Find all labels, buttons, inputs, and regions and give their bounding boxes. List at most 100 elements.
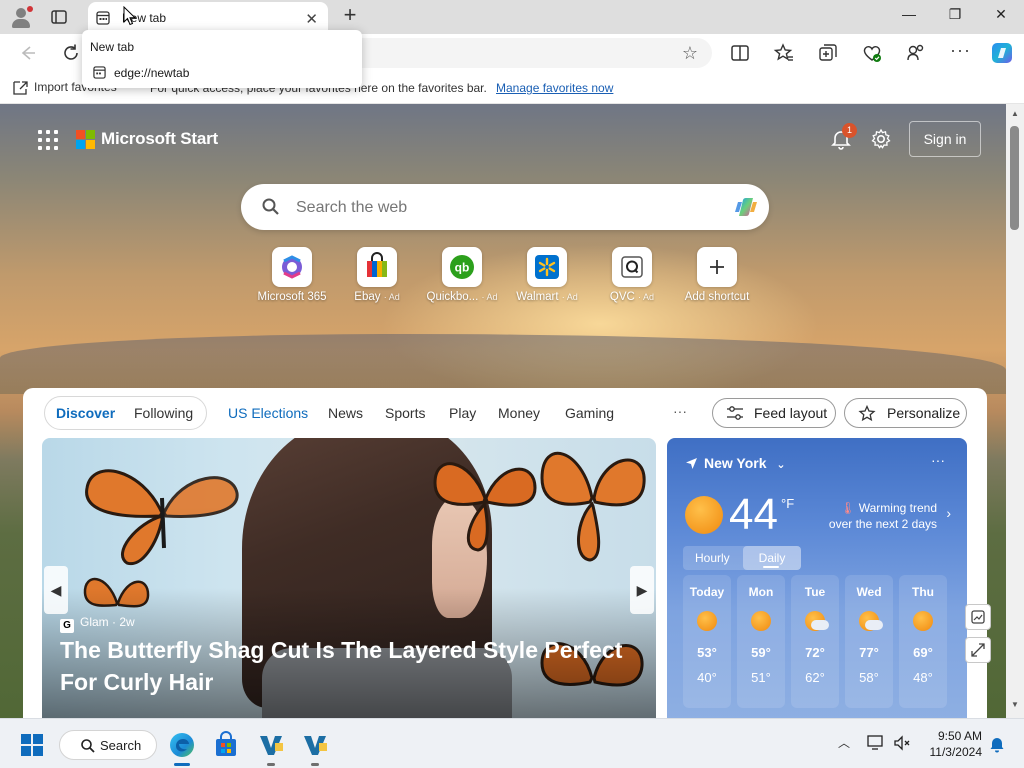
brand-title[interactable]: Microsoft Start [101, 129, 218, 149]
taskbar-app-v2[interactable] [301, 731, 329, 766]
day-name: Wed [856, 585, 882, 599]
source-name: Glam [80, 615, 109, 629]
settings-more-icon[interactable]: ··· [950, 40, 972, 62]
split-screen-icon[interactable] [729, 42, 751, 64]
personalize-label: Personalize [887, 405, 961, 421]
forecast-day[interactable]: Mon 59° 51° [737, 575, 785, 708]
partly-cloudy-icon [859, 611, 883, 631]
feed-layout-button[interactable]: Feed layout [712, 398, 836, 428]
forecast-day[interactable]: Tue 72° 62° [791, 575, 839, 708]
sign-in-button[interactable]: Sign in [909, 121, 981, 157]
hero-next-button[interactable]: ▶ [630, 566, 654, 614]
scrollbar-thumb[interactable] [1010, 126, 1019, 230]
app-launcher-icon[interactable] [38, 130, 58, 150]
favorites-icon[interactable] [773, 42, 795, 64]
copilot-icon[interactable] [989, 40, 1015, 66]
page-scrollbar[interactable]: ▲ ▼ [1006, 104, 1024, 718]
copilot-search-icon[interactable] [731, 192, 761, 222]
tab-discover[interactable]: Discover [56, 405, 115, 421]
more-categories-button[interactable]: ··· [673, 403, 687, 419]
forecast-day[interactable]: Wed 77° 58° [845, 575, 893, 708]
add-shortcut-button[interactable]: Add shortcut [672, 247, 762, 303]
shortcut-ebay[interactable]: Ebay · Ad [332, 247, 422, 303]
back-icon[interactable] [16, 42, 38, 64]
butterfly-image [85, 469, 239, 566]
nav-sports[interactable]: Sports [385, 405, 425, 421]
scroll-down-icon[interactable]: ▼ [1011, 700, 1019, 709]
new-tab-favicon-icon [96, 11, 110, 25]
show-hidden-icons-chevron[interactable]: ︿ [838, 734, 850, 751]
new-tab-favicon-icon [93, 66, 106, 79]
import-icon [13, 81, 28, 95]
butterfly-image [540, 451, 646, 562]
notification-bell-icon[interactable] [989, 736, 1005, 753]
page-settings-gear-icon[interactable] [870, 128, 892, 150]
weather-location-selector[interactable]: New York ⌄ [685, 455, 786, 471]
tab-hourly[interactable]: Hourly [695, 551, 730, 565]
shortcut-microsoft-365[interactable]: Microsoft 365 [247, 247, 337, 303]
shortcut-label: Ebay [354, 291, 381, 303]
chevron-right-icon[interactable]: › [946, 505, 951, 521]
taskbar-app-v1[interactable] [257, 731, 285, 766]
nav-play[interactable]: Play [449, 405, 476, 421]
maximize-button[interactable]: ❐ [932, 6, 978, 28]
tab-following[interactable]: Following [134, 405, 193, 421]
extensions-icon[interactable] [905, 42, 927, 64]
tab-close-icon[interactable]: ✕ [305, 10, 318, 28]
feedback-button[interactable] [965, 604, 991, 630]
temperature-unit[interactable]: °F [781, 496, 794, 511]
taskbar-clock[interactable]: 9:50 AM 11/3/2024 [924, 728, 983, 760]
search-placeholder: Search the web [296, 199, 408, 216]
weather-more-button[interactable]: ··· [931, 452, 945, 468]
favorite-star-icon[interactable]: ☆ [682, 43, 698, 64]
day-low: 40° [697, 670, 717, 685]
windows-taskbar: Search ︿ 9:50 AM 11/3/2024 [0, 718, 1024, 768]
volume-muted-icon[interactable] [892, 734, 912, 752]
taskbar-search-button[interactable]: Search [59, 730, 157, 760]
profile-icon[interactable] [10, 6, 33, 28]
shortcut-walmart[interactable]: Walmart · Ad [502, 247, 592, 303]
qvc-icon [612, 247, 652, 287]
article-headline[interactable]: The Butterfly Shag Cut Is The Layered St… [60, 634, 630, 698]
taskbar-search-label: Search [100, 738, 142, 753]
microsoft-logo-icon [76, 130, 96, 150]
scroll-up-icon[interactable]: ▲ [1011, 109, 1019, 118]
new-tab-button[interactable]: + [339, 4, 361, 27]
tab-daily[interactable]: Daily [743, 546, 801, 570]
article-source[interactable]: G Glam · 2w [60, 615, 135, 633]
image-edit-icon [971, 610, 985, 624]
weather-trend[interactable]: 🌡 Warming trend over the next 2 days [827, 500, 937, 532]
forecast-day[interactable]: Today 53° 40° [683, 575, 731, 708]
taskbar-store-app[interactable] [212, 731, 240, 759]
forecast-mode-tabs: Hourly Daily [683, 546, 801, 570]
hero-previous-button[interactable]: ◀ [44, 566, 68, 614]
windows-start-icon[interactable] [21, 734, 43, 756]
network-icon[interactable] [866, 734, 886, 752]
weather-card[interactable]: New York ⌄ ··· 44 °F 🌡 Warming trend ove… [667, 438, 967, 718]
personalize-button[interactable]: Personalize [844, 398, 967, 428]
search-icon [81, 739, 95, 753]
day-low: 48° [913, 670, 933, 685]
ebay-icon [357, 247, 397, 287]
shortcut-quickbooks[interactable]: qb Quickbo... · Ad [417, 247, 507, 303]
day-low: 51° [751, 670, 771, 685]
manage-favorites-link[interactable]: Manage favorites now [496, 81, 613, 95]
refresh-icon[interactable] [60, 42, 82, 64]
nav-us-elections[interactable]: US Elections [228, 405, 308, 421]
expand-button[interactable] [965, 637, 991, 663]
tab-actions-icon[interactable] [50, 8, 68, 26]
nav-news[interactable]: News [328, 405, 363, 421]
collections-icon[interactable] [817, 42, 839, 64]
nav-gaming[interactable]: Gaming [565, 405, 614, 421]
forecast-day[interactable]: Thu 69° 48° [899, 575, 947, 708]
hero-article-card[interactable]: ◀ ▶ G Glam · 2w The Butterfly Shag Cut Is… [42, 438, 656, 718]
minimize-button[interactable]: — [886, 6, 932, 28]
clock-time: 9:50 AM [937, 729, 982, 743]
nav-money[interactable]: Money [498, 405, 540, 421]
web-search-box[interactable]: Search the web [241, 184, 769, 230]
taskbar-edge-app[interactable] [168, 731, 196, 766]
shortcut-qvc[interactable]: QVC · Ad [587, 247, 677, 303]
day-name: Mon [748, 585, 774, 599]
close-window-button[interactable]: ✕ [978, 6, 1024, 28]
browser-essentials-icon[interactable] [861, 42, 883, 64]
